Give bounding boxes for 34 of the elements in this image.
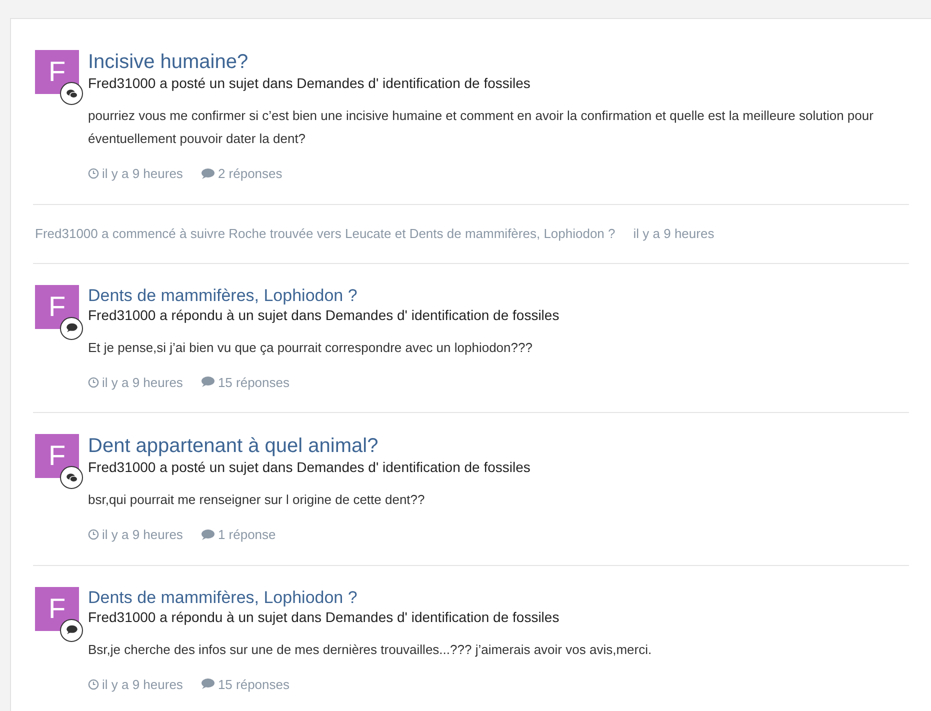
- comment-icon: [200, 376, 215, 388]
- activity-summary: Fred31000 a posté un sujet dans Demandes d' identification de fossiles: [88, 458, 530, 476]
- reply-count: 15 réponses: [218, 374, 290, 392]
- activity-summary: Fred31000 a posté un sujet dans Demandes d' identification de fossiles: [88, 74, 532, 92]
- clock-icon: [88, 678, 99, 690]
- chat-bubble-icon: [60, 618, 83, 642]
- activity-summary: Fred31000 a répondu à un sujet dans Demandes d' identification de fossiles: [88, 608, 560, 626]
- topic-title-link[interactable]: Dent appartenant à quel animal?: [88, 434, 530, 458]
- post-time: il y a 9 heures: [102, 374, 183, 392]
- topic-title-link[interactable]: Dents de mammifères, Lophiodon ?: [88, 586, 672, 608]
- clock-icon: [88, 376, 99, 388]
- post-time: il y a 9 heures: [102, 165, 183, 183]
- post-time: il y a 9 heures: [102, 526, 183, 544]
- comment-icon: [200, 528, 215, 541]
- post-excerpt: Bsr,je cherche des infos sur une de mes dernières trouvailles...??? j’aimerais avoir vos avis,merci.: [88, 640, 653, 659]
- chat-bubble-icon: [60, 316, 83, 340]
- reply-count: 1 réponse: [218, 526, 276, 544]
- activity-summary: Fred31000 a répondu à un sujet dans Demandes d' identification de fossiles: [88, 306, 560, 324]
- chat-bubble-icon: [60, 82, 83, 105]
- comment-icon: [200, 168, 215, 180]
- chat-bubble-icon: [60, 466, 83, 489]
- clock-icon: [88, 168, 99, 180]
- clock-icon: [88, 529, 99, 540]
- topic-title-link[interactable]: Incisive humaine?: [88, 50, 909, 74]
- activity-text: Fred31000 a commencé à suivre Roche trouvée vers Leucate et Dents de mammifères, Lophiodon ?: [35, 224, 616, 243]
- reply-count: 15 réponses: [218, 676, 290, 694]
- post-excerpt: pourriez vous me confirmer si c’est bien une incisive humaine et comment en avoir la confirmation et quelle est la meilleure solution pour éventuellement pouvoir dater la dent?: [88, 107, 874, 148]
- post-time: il y a 9 heures: [102, 676, 183, 694]
- topic-title-link[interactable]: Dents de mammifères, Lophiodon ?: [88, 284, 560, 306]
- post-excerpt: Et je pense,si j’ai bien vu que ça pourrait correspondre avec un lophiodon???: [88, 338, 534, 357]
- post-excerpt: bsr,qui pourrait me renseigner sur l origine de cette dent??: [88, 491, 426, 509]
- comment-icon: [200, 678, 215, 690]
- activity-time: il y a 9 heures: [633, 224, 714, 243]
- reply-count: 2 réponses: [218, 165, 282, 183]
